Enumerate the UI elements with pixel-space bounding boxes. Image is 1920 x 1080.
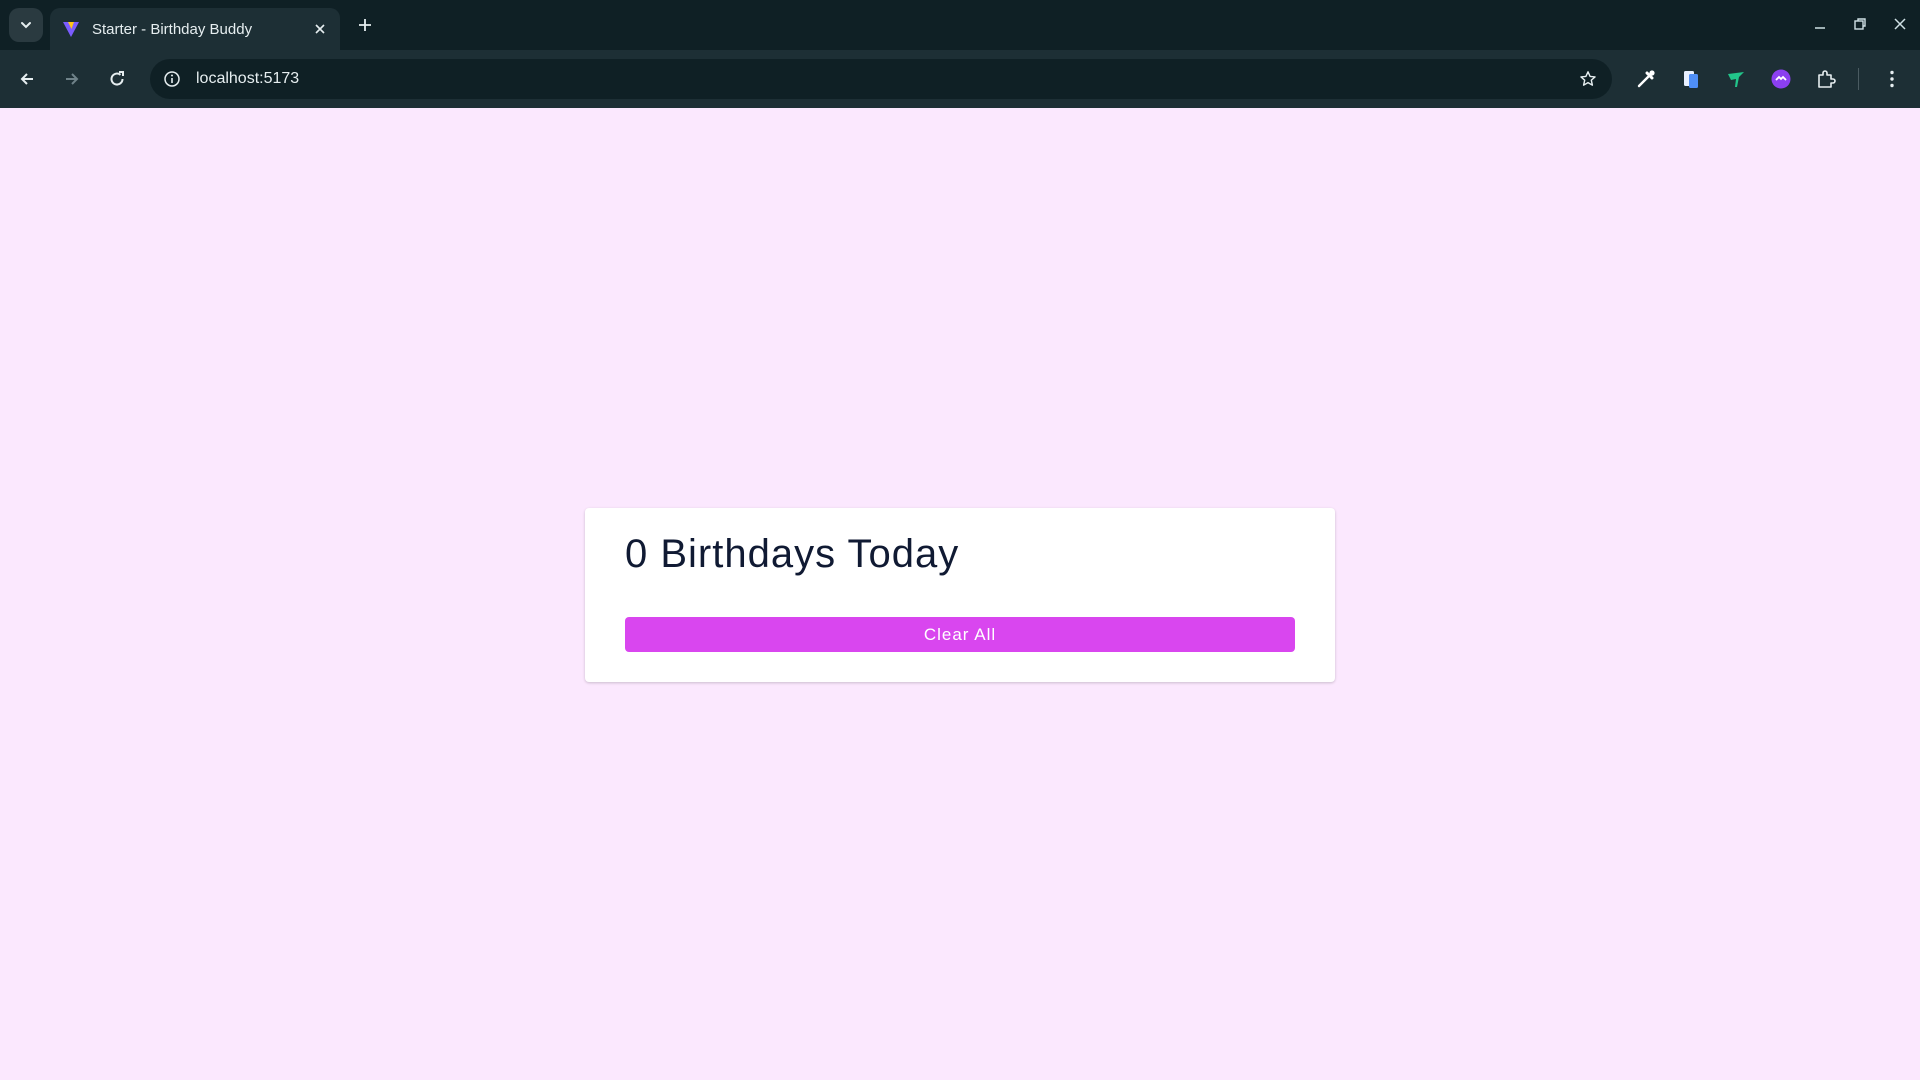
url-text[interactable]: localhost:5173 xyxy=(196,59,299,99)
reload-icon xyxy=(110,71,124,86)
reload-button[interactable] xyxy=(101,63,133,95)
address-bar[interactable]: localhost:5173 xyxy=(150,59,1612,99)
window-close-icon xyxy=(1894,18,1906,30)
green-bird-extension[interactable] xyxy=(1722,65,1750,93)
tab-close-button[interactable] xyxy=(308,17,332,41)
chevron-down-icon xyxy=(21,22,31,29)
info-icon xyxy=(164,71,180,87)
vite-logo-icon xyxy=(63,22,79,37)
birthday-card: 0 Birthdays Today Clear All xyxy=(585,508,1335,682)
tab-title: Starter - Birthday Buddy xyxy=(92,20,253,38)
restore-icon xyxy=(1854,18,1866,30)
browser-tab-bar: Starter - Birthday Buddy xyxy=(0,0,1920,50)
eyedropper-extension[interactable] xyxy=(1632,65,1660,93)
forward-button[interactable] xyxy=(56,63,88,95)
eyedropper-icon xyxy=(1637,70,1655,88)
puzzle-icon xyxy=(1818,70,1836,88)
restore-button[interactable] xyxy=(1846,10,1874,38)
tab-search-button[interactable] xyxy=(9,8,43,42)
window-close-button[interactable] xyxy=(1886,10,1914,38)
browser-menu-button[interactable] xyxy=(1878,65,1906,93)
back-button[interactable] xyxy=(11,63,43,95)
docs-extension[interactable] xyxy=(1677,65,1705,93)
active-tab[interactable]: Starter - Birthday Buddy xyxy=(50,8,340,50)
birthday-count-heading: 0 Birthdays Today xyxy=(625,532,960,576)
new-tab-button[interactable] xyxy=(352,12,378,38)
plus-icon xyxy=(359,19,371,31)
bookmark-button[interactable] xyxy=(1576,67,1600,91)
browser-toolbar: localhost:5173 xyxy=(0,50,1920,108)
close-icon xyxy=(315,24,325,34)
arrow-right-icon xyxy=(66,73,79,85)
toolbar-divider xyxy=(1858,68,1859,90)
purple-link-icon xyxy=(1771,69,1791,89)
docs-icon xyxy=(1684,71,1698,88)
green-bird-icon xyxy=(1728,72,1744,87)
site-info-button[interactable] xyxy=(160,67,184,91)
star-icon xyxy=(1580,71,1596,86)
minimize-icon xyxy=(1815,27,1825,29)
extensions-button[interactable] xyxy=(1812,65,1840,93)
minimize-button[interactable] xyxy=(1806,10,1834,38)
arrow-left-icon xyxy=(20,73,33,85)
purple-link-extension[interactable] xyxy=(1767,65,1795,93)
clear-all-button[interactable]: Clear All xyxy=(625,617,1295,652)
kebab-menu-icon xyxy=(1890,70,1894,88)
